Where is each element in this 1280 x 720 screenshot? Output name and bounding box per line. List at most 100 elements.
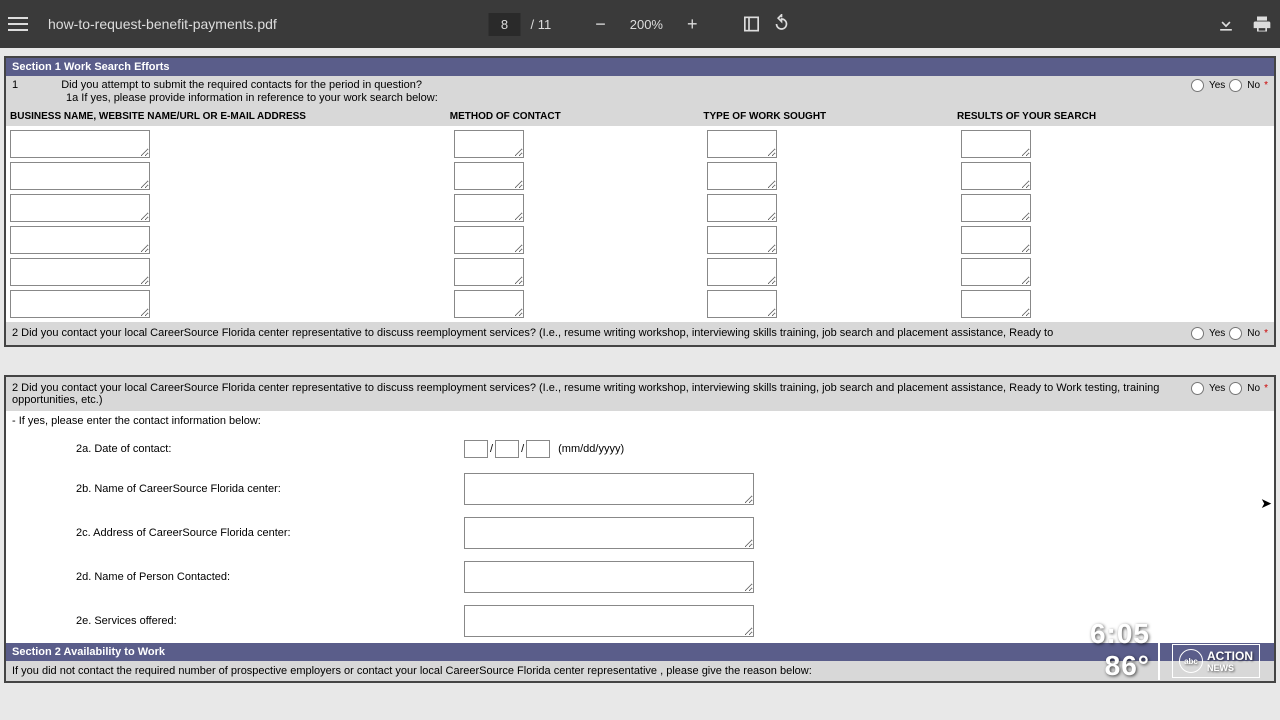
overlay-divider: [1158, 620, 1160, 680]
method-input[interactable]: [454, 130, 524, 158]
q1-no-radio[interactable]: [1229, 79, 1242, 92]
work-search-grid: [6, 126, 1274, 322]
page-section-2: 2 Did you contact your local CareerSourc…: [4, 375, 1276, 683]
zoom-out-button[interactable]: −: [587, 12, 614, 37]
date-mm[interactable]: [464, 440, 488, 458]
q2-text: 2 Did you contact your local CareerSourc…: [12, 327, 1183, 339]
center-address-input[interactable]: [464, 517, 754, 549]
type-input[interactable]: [707, 258, 777, 286]
results-input[interactable]: [961, 162, 1031, 190]
required-asterisk: *: [1264, 383, 1268, 394]
business-input[interactable]: [10, 194, 150, 222]
method-input[interactable]: [454, 162, 524, 190]
yes-label: Yes: [1209, 328, 1225, 339]
results-input[interactable]: [961, 194, 1031, 222]
menu-icon[interactable]: [8, 12, 32, 36]
q1-text: Did you attempt to submit the required c…: [61, 79, 422, 91]
zoom-in-button[interactable]: +: [679, 12, 706, 37]
q2a-label: 2a. Date of contact:: [76, 443, 456, 455]
download-icon[interactable]: [1216, 14, 1236, 34]
q2-full-text: 2 Did you contact your local CareerSourc…: [12, 382, 1183, 406]
type-input[interactable]: [707, 226, 777, 254]
section1-header: Section 1 Work Search Efforts: [6, 58, 1274, 76]
q2-yes-radio[interactable]: [1191, 327, 1204, 340]
q2d-row: 2d. Name of Person Contacted:: [6, 555, 1274, 599]
q1a-text: 1a If yes, please provide information in…: [66, 92, 1268, 104]
q2e-label: 2e. Services offered:: [76, 615, 456, 627]
abc-icon: abc: [1179, 649, 1203, 673]
print-icon[interactable]: [1252, 14, 1272, 34]
section2-header: Section 2 Availability to Work: [6, 643, 1274, 661]
page-number-input[interactable]: [489, 13, 521, 36]
fit-page-icon[interactable]: [742, 14, 762, 34]
zoom-level[interactable]: 200%: [624, 15, 669, 34]
results-input[interactable]: [961, 290, 1031, 318]
q2b-radio-group: Yes No *: [1191, 382, 1268, 395]
date-yyyy[interactable]: [526, 440, 550, 458]
required-asterisk: *: [1264, 80, 1268, 91]
required-asterisk: *: [1264, 328, 1268, 339]
center-name-input[interactable]: [464, 473, 754, 505]
col1-header: BUSINESS NAME, WEBSITE NAME/URL OR E-MAI…: [6, 111, 450, 122]
results-input[interactable]: [961, 130, 1031, 158]
q1-radio-group: Yes No *: [1191, 79, 1268, 92]
overlay-temp: 86°: [1105, 652, 1150, 680]
business-input[interactable]: [10, 162, 150, 190]
q2-row-full: 2 Did you contact your local CareerSourc…: [6, 377, 1274, 411]
toolbar-center: / 11 − 200% +: [489, 12, 792, 37]
results-input[interactable]: [961, 226, 1031, 254]
page-section-1: Section 1 Work Search Efforts 1 Did you …: [4, 56, 1276, 347]
q2b-row: 2b. Name of CareerSource Florida center:: [6, 467, 1274, 511]
page-total: / 11: [531, 17, 552, 32]
q2-no-radio[interactable]: [1229, 327, 1242, 340]
method-input[interactable]: [454, 290, 524, 318]
yes-label: Yes: [1209, 80, 1225, 91]
q1-number: 1: [12, 79, 18, 91]
q2b-yes-radio[interactable]: [1191, 382, 1204, 395]
q1-yes-radio[interactable]: [1191, 79, 1204, 92]
results-input[interactable]: [961, 258, 1031, 286]
pdf-toolbar: how-to-request-benefit-payments.pdf / 11…: [0, 0, 1280, 48]
type-input[interactable]: [707, 290, 777, 318]
rotate-icon[interactable]: [772, 14, 792, 34]
q2c-label: 2c. Address of CareerSource Florida cent…: [76, 527, 456, 539]
type-input[interactable]: [707, 194, 777, 222]
date-dd[interactable]: [495, 440, 519, 458]
no-label: No: [1247, 383, 1260, 394]
question-1-row: 1 Did you attempt to submit the required…: [6, 76, 1274, 107]
no-label: No: [1247, 328, 1260, 339]
type-input[interactable]: [707, 162, 777, 190]
business-input[interactable]: [10, 226, 150, 254]
yes-label: Yes: [1209, 383, 1225, 394]
date-hint: (mm/dd/yyyy): [558, 443, 624, 455]
document-viewport[interactable]: Section 1 Work Search Efforts 1 Did you …: [0, 48, 1280, 719]
overlay-time: 6:05: [1090, 620, 1150, 648]
q2a-row: 2a. Date of contact: / / (mm/dd/yyyy): [6, 431, 1274, 467]
logo-news: NEWS: [1207, 663, 1253, 673]
q2-radio-group: Yes No *: [1191, 327, 1268, 340]
method-input[interactable]: [454, 258, 524, 286]
section2-instruction: If you did not contact the required numb…: [6, 661, 1274, 681]
business-input[interactable]: [10, 290, 150, 318]
q2-row-truncated: 2 Did you contact your local CareerSourc…: [6, 322, 1274, 345]
q2d-label: 2d. Name of Person Contacted:: [76, 571, 456, 583]
col4-header: RESULTS OF YOUR SEARCH: [957, 111, 1274, 122]
col2-header: METHOD OF CONTACT: [450, 111, 704, 122]
action-news-logo: abc ACTION NEWS: [1172, 644, 1260, 678]
q2c-row: 2c. Address of CareerSource Florida cent…: [6, 511, 1274, 555]
q2b-label: 2b. Name of CareerSource Florida center:: [76, 483, 456, 495]
date-input-group: / / (mm/dd/yyyy): [464, 440, 624, 458]
col3-header: TYPE OF WORK SOUGHT: [703, 111, 957, 122]
business-input[interactable]: [10, 258, 150, 286]
type-input[interactable]: [707, 130, 777, 158]
toolbar-right: [1216, 14, 1272, 34]
services-offered-input[interactable]: [464, 605, 754, 637]
business-input[interactable]: [10, 130, 150, 158]
no-label: No: [1247, 80, 1260, 91]
q2b-no-radio[interactable]: [1229, 382, 1242, 395]
method-input[interactable]: [454, 194, 524, 222]
method-input[interactable]: [454, 226, 524, 254]
filename: how-to-request-benefit-payments.pdf: [48, 16, 277, 32]
person-contacted-input[interactable]: [464, 561, 754, 593]
q2e-row: 2e. Services offered:: [6, 599, 1274, 643]
